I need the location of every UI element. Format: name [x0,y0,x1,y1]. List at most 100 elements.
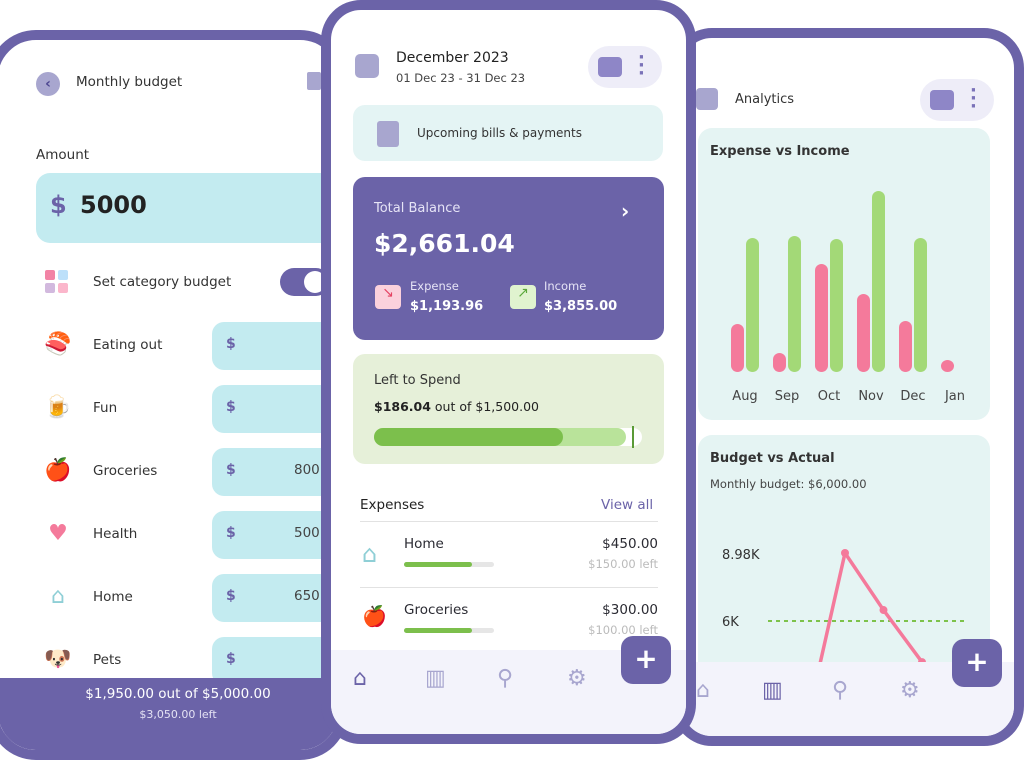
wallet-menu[interactable]: · · · [588,46,662,88]
expense-amount: $450.00 [602,536,658,552]
more-vert-icon[interactable]: · · · [638,49,645,83]
balance-label: Total Balance [374,201,461,216]
expense-row-home[interactable]: ⌂ Home $450.00 $150.00 left [360,522,658,588]
category-label: Home [93,589,133,605]
dog-icon: 🐶 [44,647,72,672]
currency-symbol: $ [226,336,236,352]
wallet-icon[interactable] [598,57,622,77]
currency-symbol: $ [50,191,67,219]
trash-icon[interactable] [307,72,321,90]
apple-icon: 🍎 [44,458,72,483]
income-bar [914,238,927,372]
amount-input[interactable]: $ 5000 [36,173,338,243]
expense-value: $1,193.96 [410,299,484,314]
home-nav-icon[interactable]: ⌂ [353,666,367,691]
left-to-spend-progress [374,426,642,448]
expense-progress [404,562,494,567]
expense-bar [731,324,744,372]
budget-summary-footer: $1,950.00 out of $5,000.00 $3,050.00 lef… [0,678,338,750]
home-nav-icon[interactable]: ⌂ [696,678,710,703]
wallet-menu[interactable]: · · · [920,79,994,121]
beer-icon: 🍺 [44,395,72,420]
category-value: 500 [294,525,320,541]
add-button[interactable]: + [621,636,671,684]
bills-label: Upcoming bills & payments [417,126,582,140]
income-bar [830,239,843,372]
heart-pulse-icon: ♥ [48,521,68,546]
footer-total: $1,950.00 out of $5,000.00 [85,686,271,702]
category-row-groceries: 🍎 Groceries $800 [0,448,338,496]
expense-bar [773,353,786,372]
search-nav-icon[interactable]: ⚲ [832,678,848,703]
expense-vs-income-card: Expense vs Income Aug Sep Oct Nov Dec Jan [698,128,990,420]
analytics-nav-icon[interactable]: ▥ [762,678,783,703]
currency-symbol: $ [226,399,236,415]
expense-row-groceries[interactable]: 🍎 Groceries $300.00 $100.00 left [360,588,658,654]
income-bar [788,236,801,372]
category-label: Pets [93,652,122,668]
settings-nav-icon[interactable]: ⚙ [900,678,920,703]
income-bar [872,191,885,372]
category-value: 650 [294,588,320,604]
actual-point [841,549,849,557]
month-title[interactable]: December 2023 [396,50,509,66]
category-row-fun: 🍺 Fun $ [0,385,338,433]
search-nav-icon[interactable]: ⚲ [497,666,513,691]
view-all-link[interactable]: View all [601,497,653,513]
expense-bar [899,321,912,372]
expense-bar [815,264,828,372]
balance-value: $2,661.04 [374,229,515,258]
currency-symbol: $ [226,588,236,604]
category-value: 800 [294,462,320,478]
currency-symbol: $ [226,651,236,667]
dashboard-screen: December 2023 01 Dec 23 - 31 Dec 23 · · · … [321,0,696,744]
x-tick-label: Dec [900,389,925,404]
income-value: $3,855.00 [544,299,618,314]
settings-nav-icon[interactable]: ⚙ [567,666,587,691]
category-row-health: ♥ Health $500 [0,511,338,559]
apple-icon: 🍎 [362,604,387,628]
page-title: Monthly budget [76,74,183,90]
actual-point [879,606,888,615]
expense-trend-icon: ↘ [375,285,401,309]
upcoming-bills-card[interactable]: Upcoming bills & payments [353,105,663,161]
chevron-right-icon[interactable]: › [621,199,629,223]
left-to-spend-card[interactable]: Left to Spend $186.04 out of $1,500.00 [353,354,664,464]
back-icon[interactable]: ‹ [36,72,60,96]
expenses-title: Expenses [360,497,425,513]
y-tick-label: 6K [722,615,739,630]
expense-progress [404,628,494,633]
income-bar [746,238,759,372]
x-tick-label: Nov [858,389,884,404]
expense-bar [857,294,870,372]
expense-bar [941,360,954,372]
left-amount: $186.04 [374,399,431,414]
income-trend-icon: ↗ [510,285,536,309]
amount-label: Amount [36,147,90,163]
house-icon: ⌂ [51,584,65,609]
calendar-icon[interactable] [355,54,379,78]
more-vert-icon[interactable]: · · · [970,82,977,116]
monthly-budget-screen: ‹ Monthly budget Amount $ 5000 Set categ… [0,30,348,760]
analytics-icon [696,88,718,110]
date-range: 01 Dec 23 - 31 Dec 23 [396,71,526,85]
expense-name: Home [404,536,444,552]
analytics-nav-icon[interactable]: ▥ [425,666,446,691]
total-balance-card[interactable]: Total Balance › $2,661.04 ↘ Expense $1,1… [353,177,664,340]
x-tick-label: Jan [944,389,965,404]
add-button[interactable]: + [952,639,1002,687]
category-label: Eating out [93,337,163,353]
x-tick-label: Sep [775,389,800,404]
wallet-icon[interactable] [930,90,954,110]
expense-name: Groceries [404,602,469,618]
grid-icon [45,270,69,294]
currency-symbol: $ [226,525,236,541]
expense-left: $100.00 left [588,623,658,637]
left-to-spend-label: Left to Spend [374,373,461,388]
category-label: Groceries [93,463,158,479]
y-tick-label: 8.98K [722,548,760,563]
x-tick-label: Aug [732,389,757,404]
x-tick-label: Oct [818,389,840,404]
category-row-home: ⌂ Home $650 [0,574,338,622]
expense-amount: $300.00 [602,602,658,618]
